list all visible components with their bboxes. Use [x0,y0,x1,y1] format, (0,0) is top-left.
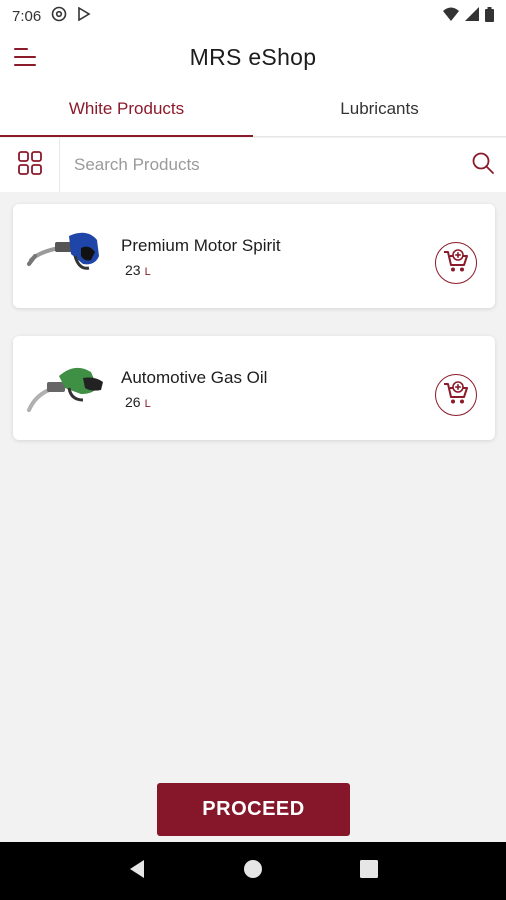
tab-bar: White Products Lubricants [0,82,506,137]
status-right [443,6,494,26]
quantity-value: 23 [125,262,141,278]
tab-white-products[interactable]: White Products [0,82,253,137]
add-to-cart-icon [443,380,469,410]
product-card[interactable]: Premium Motor Spirit 23 L [13,204,495,308]
product-name: Premium Motor Spirit [121,236,281,255]
fuel-nozzle-image [25,358,109,420]
product-quantity: 26 L [125,394,151,410]
grid-icon [17,150,43,181]
menu-icon-line [14,48,28,50]
add-to-cart-button[interactable] [435,374,477,416]
back-icon[interactable] [128,859,146,884]
quantity-unit: L [144,398,151,410]
add-to-cart-button[interactable] [435,242,477,284]
menu-button[interactable] [14,44,40,70]
grid-view-button[interactable] [0,138,60,192]
battery-icon [485,6,494,26]
signal-icon [465,7,479,25]
product-quantity: 23 L [125,262,151,278]
search-row [0,138,506,192]
search-icon [471,151,495,180]
system-nav-bar [0,842,506,900]
fuel-nozzle-image [25,226,109,288]
status-left: 7:06 [12,6,91,26]
quantity-value: 26 [125,394,141,410]
home-icon[interactable] [243,859,263,884]
status-time: 7:06 [12,7,42,25]
menu-icon-line [14,64,36,66]
tab-lubricants[interactable]: Lubricants [253,82,506,136]
product-name: Automotive Gas Oil [121,368,268,387]
app-bar: MRS eShop [0,32,506,82]
play-store-icon [77,6,91,25]
product-card[interactable]: Automotive Gas Oil 26 L [13,336,495,440]
proceed-button[interactable]: PROCEED [157,783,350,836]
menu-icon-line [14,56,36,58]
page-title: MRS eShop [189,43,317,70]
add-to-cart-icon [443,248,469,278]
quantity-unit: L [144,266,151,278]
recents-icon[interactable] [359,859,378,883]
wifi-icon [443,7,459,25]
search-button[interactable] [460,138,506,192]
status-bar: 7:06 [0,0,506,32]
search-input[interactable] [60,138,460,192]
at-sign-icon [51,6,67,26]
